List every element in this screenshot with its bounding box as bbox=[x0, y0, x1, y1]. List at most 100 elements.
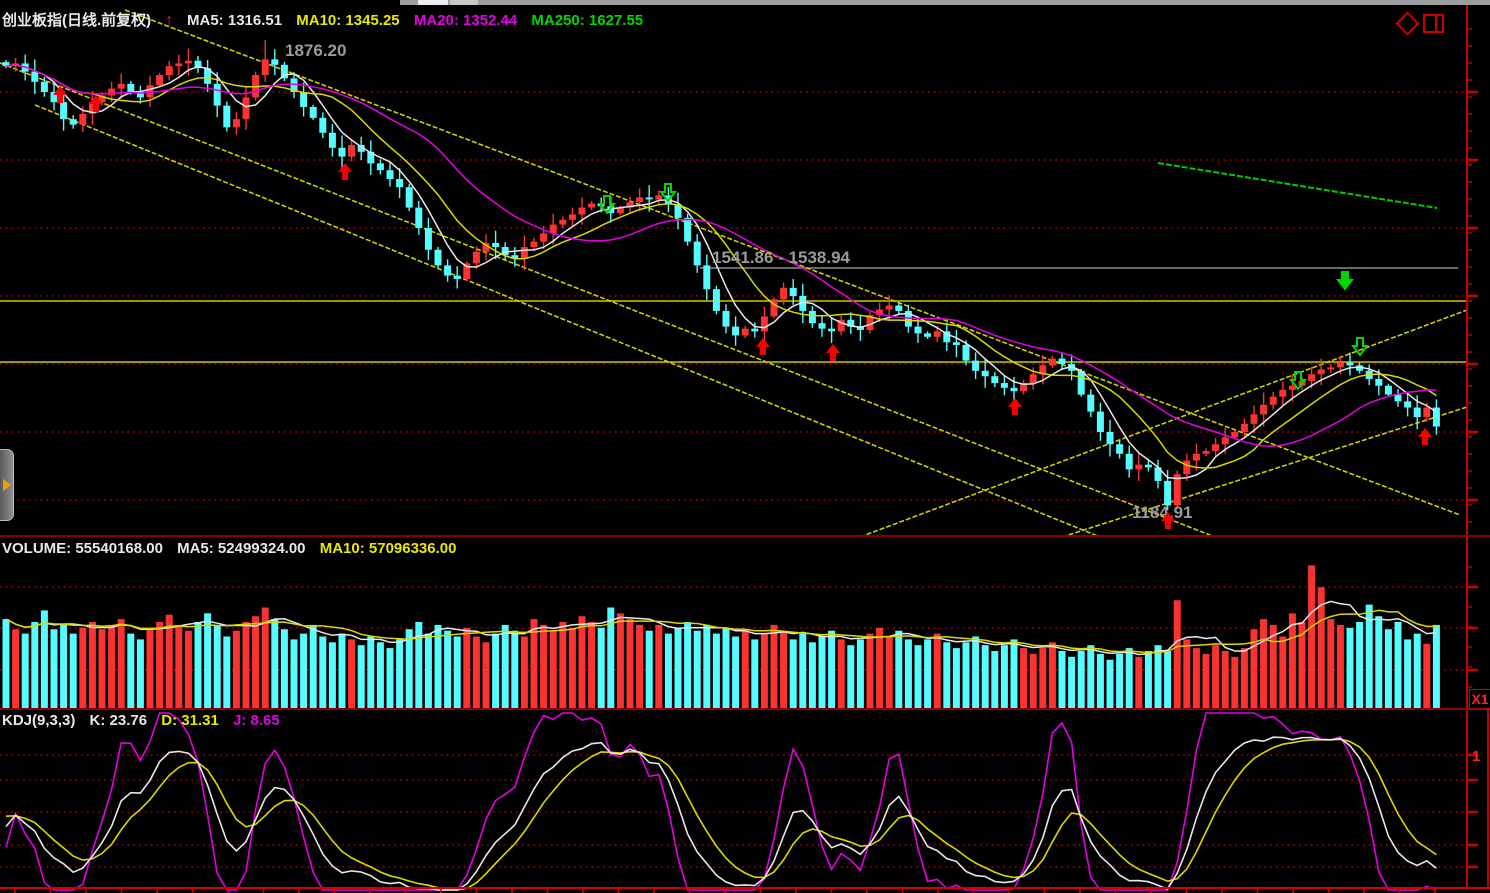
candle-body bbox=[828, 328, 836, 332]
ma20-value: MA20: 1352.44 bbox=[413, 12, 518, 29]
volume-ma5-value: MA5: 52499324.00 bbox=[177, 540, 306, 557]
volume-bar bbox=[1346, 627, 1354, 709]
volume-bar bbox=[549, 630, 557, 709]
candle-body bbox=[520, 247, 528, 259]
volume-bar bbox=[242, 622, 250, 709]
sidebar-slide-handle[interactable] bbox=[0, 449, 14, 521]
volume-bar bbox=[664, 633, 672, 709]
volume-bar bbox=[751, 639, 759, 709]
volume-bar bbox=[232, 630, 240, 709]
volume-bar bbox=[501, 624, 509, 709]
kdj-chart[interactable] bbox=[0, 710, 1490, 893]
buy-signal-arrow bbox=[338, 163, 352, 180]
volume-bar bbox=[223, 636, 231, 709]
kdj-k-value: K: 23.76 bbox=[89, 712, 148, 729]
candle-body bbox=[1221, 437, 1229, 445]
volume-bar bbox=[1423, 643, 1431, 709]
kdj-j-value: J: 8.65 bbox=[232, 712, 280, 729]
volume-bar bbox=[280, 629, 288, 709]
candle-body bbox=[492, 242, 500, 248]
volume-bar bbox=[146, 629, 154, 709]
volume-bar bbox=[88, 622, 96, 709]
volume-bar bbox=[655, 624, 663, 709]
ma250-line bbox=[1157, 162, 1438, 209]
candle-body bbox=[117, 83, 125, 89]
candle-body bbox=[146, 85, 154, 98]
volume-bar bbox=[156, 622, 164, 709]
volume-bar bbox=[1231, 656, 1239, 709]
volume-bar bbox=[204, 613, 212, 709]
bottom-axis-line bbox=[0, 887, 1490, 889]
volume-bar bbox=[1029, 653, 1037, 709]
volume-bar bbox=[444, 630, 452, 709]
candle-body bbox=[914, 326, 922, 334]
volume-header: VOLUME: 55540168.00 MA5: 52499324.00 MA1… bbox=[2, 540, 466, 557]
price-label: 1184.91 bbox=[1132, 503, 1193, 522]
volume-bar bbox=[98, 629, 106, 709]
candle-body bbox=[1413, 407, 1421, 418]
candle-body bbox=[684, 217, 692, 242]
volume-bar bbox=[520, 636, 528, 709]
candle-body bbox=[1116, 444, 1124, 454]
volume-bar bbox=[1183, 639, 1191, 709]
candle-body bbox=[693, 241, 701, 266]
volume-bar bbox=[578, 616, 586, 709]
volume-bar bbox=[1202, 653, 1210, 709]
volume-bar bbox=[376, 642, 384, 709]
volume-ma10-value: MA10: 57096336.00 bbox=[319, 540, 457, 557]
candle-body bbox=[271, 59, 279, 65]
candle-body bbox=[895, 305, 903, 311]
volume-bar bbox=[1125, 648, 1133, 709]
candle-body bbox=[1135, 464, 1143, 470]
volume-bar bbox=[453, 636, 461, 709]
candle-body bbox=[962, 344, 970, 361]
volume-bar bbox=[588, 622, 596, 709]
candle-body bbox=[453, 275, 461, 279]
volume-bar bbox=[338, 633, 346, 709]
candle-body bbox=[1010, 387, 1018, 392]
candle-body bbox=[1404, 401, 1412, 408]
candle-body bbox=[760, 316, 768, 332]
candle-body bbox=[924, 333, 932, 337]
volume-bar bbox=[271, 619, 279, 709]
price-label: 1876.20 bbox=[285, 41, 346, 60]
main-price-chart[interactable]: 1876.20 1541.86 - 1538.94 1184.91 bbox=[0, 5, 1490, 536]
volume-bar bbox=[328, 642, 336, 709]
candle-body bbox=[1164, 480, 1172, 506]
volume-bar bbox=[972, 636, 980, 709]
volume-bar bbox=[300, 633, 308, 709]
ma10-value: MA10: 1345.25 bbox=[296, 12, 400, 29]
volume-bar bbox=[799, 633, 807, 709]
candle-body bbox=[1058, 358, 1066, 364]
volume-bar bbox=[405, 629, 413, 709]
expand-right-icon bbox=[2, 479, 11, 491]
volume-bar bbox=[904, 639, 912, 709]
volume-bar bbox=[712, 633, 720, 709]
period-zoom-label[interactable]: X1 bbox=[1469, 689, 1490, 710]
volume-bar bbox=[1068, 656, 1076, 709]
candle-body bbox=[232, 119, 240, 128]
volume-bar bbox=[674, 627, 682, 709]
volume-bar bbox=[1327, 619, 1335, 709]
volume-bar bbox=[991, 651, 999, 709]
volume-bar bbox=[69, 633, 77, 709]
volume-bar bbox=[1240, 648, 1248, 709]
candle-body bbox=[712, 289, 720, 311]
candle-body bbox=[396, 179, 404, 188]
volume-bar bbox=[424, 633, 432, 709]
candle-body bbox=[885, 305, 893, 310]
volume-bar bbox=[1106, 659, 1114, 709]
volume-bar bbox=[933, 633, 941, 709]
volume-bar bbox=[175, 624, 183, 709]
volume-chart[interactable] bbox=[0, 537, 1490, 710]
candle-body bbox=[348, 145, 356, 157]
candle-body bbox=[338, 147, 346, 157]
candle-body bbox=[722, 310, 730, 327]
volume-bar bbox=[1096, 653, 1104, 709]
candle-body bbox=[261, 59, 269, 75]
volume-bar bbox=[40, 610, 48, 709]
kdj-header: KDJ(9,3,3) K: 23.76 D: 31.31 J: 8.65 bbox=[2, 712, 290, 729]
candle-body bbox=[60, 102, 68, 120]
volume-bar bbox=[184, 630, 192, 709]
volume-bar bbox=[760, 633, 768, 709]
